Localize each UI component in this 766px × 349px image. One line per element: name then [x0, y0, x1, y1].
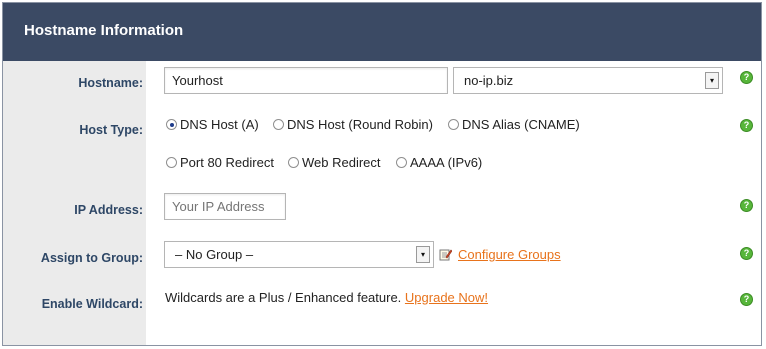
wildcard-info: Wildcards are a Plus / Enhanced feature.…	[165, 290, 488, 305]
help-icon-group[interactable]: ?	[740, 247, 753, 260]
domain-select-value: no-ip.biz	[464, 73, 514, 88]
radio-label: DNS Host (Round Robin)	[287, 117, 433, 132]
help-icon-host-type[interactable]: ?	[740, 119, 753, 132]
edit-note-icon	[439, 249, 452, 261]
domain-select[interactable]: no-ip.biz ▾	[453, 67, 723, 94]
radio-dns-host-round-robin[interactable]: DNS Host (Round Robin)	[273, 116, 433, 134]
ip-address-label: IP Address:	[74, 203, 143, 217]
hostname-input[interactable]: Yourhost	[164, 67, 448, 94]
radio-icon	[288, 157, 299, 168]
radio-icon	[166, 157, 177, 168]
radio-label: DNS Host (A)	[180, 117, 259, 132]
radio-aaaa-ipv6[interactable]: AAAA (IPv6)	[396, 154, 482, 172]
radio-dns-host-a[interactable]: DNS Host (A)	[166, 116, 259, 134]
configure-groups-container: Configure Groups	[439, 247, 561, 262]
wildcard-text: Wildcards are a Plus / Enhanced feature.	[165, 290, 402, 305]
radio-web-redirect[interactable]: Web Redirect	[288, 154, 381, 172]
radio-icon	[448, 119, 459, 130]
chevron-down-icon: ▾	[416, 246, 430, 263]
radio-label: DNS Alias (CNAME)	[462, 117, 580, 132]
help-icon-ip-address[interactable]: ?	[740, 199, 753, 212]
panel-title: Hostname Information	[24, 22, 184, 39]
radio-dns-alias-cname[interactable]: DNS Alias (CNAME)	[448, 116, 580, 134]
hostname-information-panel: Hostname Information Hostname: Host Type…	[2, 2, 762, 346]
radio-selected-icon	[166, 119, 177, 130]
radio-port-80-redirect[interactable]: Port 80 Redirect	[166, 154, 274, 172]
enable-wildcard-label: Enable Wildcard:	[41, 297, 143, 311]
configure-groups-link[interactable]: Configure Groups	[458, 247, 561, 262]
radio-label: Web Redirect	[302, 155, 381, 170]
upgrade-now-link[interactable]: Upgrade Now!	[405, 290, 488, 305]
assign-group-label: Assign to Group:	[40, 251, 143, 265]
help-icon-wildcard[interactable]: ?	[740, 293, 753, 306]
radio-label: AAAA (IPv6)	[410, 155, 483, 170]
help-icon-hostname[interactable]: ?	[740, 71, 753, 84]
radio-label: Port 80 Redirect	[180, 155, 274, 170]
group-select-value: – No Group –	[175, 247, 254, 262]
group-select[interactable]: – No Group – ▾	[164, 241, 434, 268]
hostname-label: Hostname:	[78, 76, 143, 90]
chevron-down-icon: ▾	[705, 72, 719, 89]
radio-icon	[396, 157, 407, 168]
radio-icon	[273, 119, 284, 130]
host-type-label: Host Type:	[79, 123, 143, 137]
ip-address-input[interactable]	[164, 193, 286, 220]
panel-header: Hostname Information	[3, 3, 761, 61]
